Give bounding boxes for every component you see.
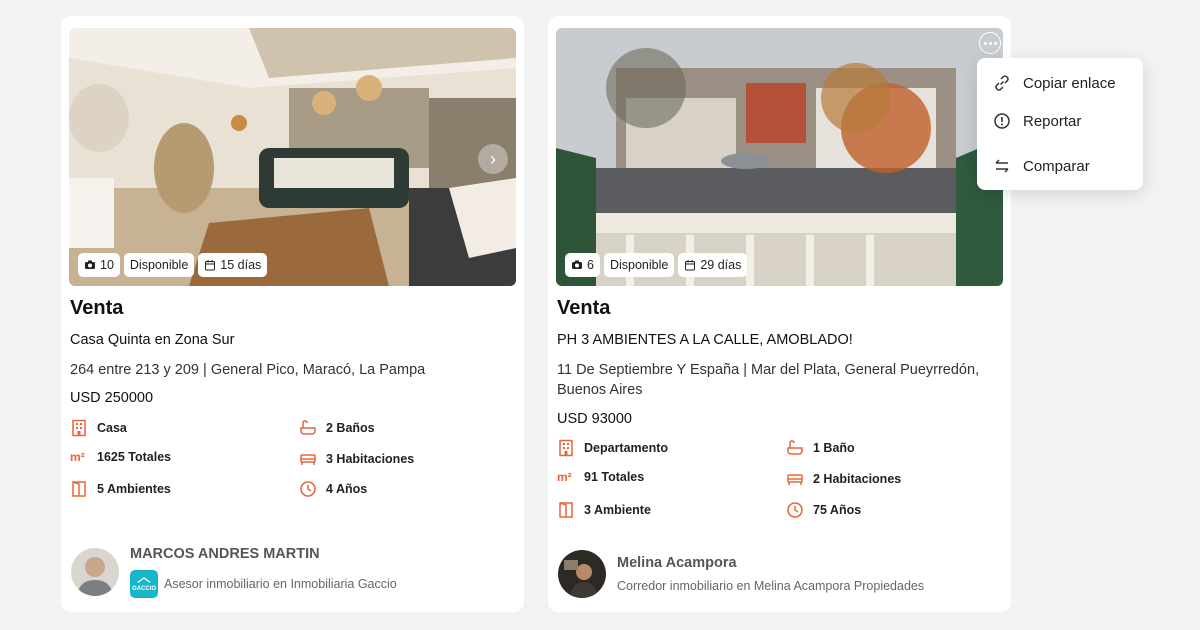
listing-card[interactable]: 6 Disponible 29 días Venta PH 3 AMBIENTE… — [548, 16, 1011, 612]
menu-item-report[interactable]: Reportar — [993, 112, 1081, 130]
area-icon: m² — [70, 450, 85, 464]
clock-icon — [787, 502, 803, 518]
listing-address: 264 entre 213 y 209 | General Pico, Mara… — [70, 362, 426, 378]
next-photo-button[interactable]: › — [478, 144, 508, 174]
listing-photo[interactable]: › 10 Disponible 15 días — [69, 28, 516, 286]
listing-address: 11 De Septiembre Y España | Mar del Plat… — [557, 362, 980, 398]
listing-card[interactable]: › 10 Disponible 15 días Venta Casa Quint… — [61, 16, 524, 612]
photo-count-badge: 6 — [565, 253, 600, 277]
listing-price: USD 250000 — [70, 390, 154, 406]
operation-type: Venta — [557, 297, 611, 319]
feature-area: m² 1625 Totales — [70, 450, 172, 464]
photo-count: 6 — [587, 258, 594, 272]
agent-role: Asesor inmobiliario en Inmobiliaria Gacc… — [164, 577, 397, 591]
link-icon — [995, 75, 1009, 91]
camera-icon — [85, 260, 95, 269]
calendar-icon — [205, 260, 216, 271]
agent-name[interactable]: Melina Acampora — [617, 555, 737, 571]
agent-avatar[interactable] — [71, 548, 119, 596]
listing-title[interactable]: Casa Quinta en Zona Sur — [70, 332, 234, 348]
feature-type: Departamento — [557, 439, 668, 457]
alert-icon — [994, 113, 1010, 129]
feature-bedrooms: 2 Habitaciones — [786, 470, 901, 488]
menu-item-compare[interactable]: Comparar — [993, 157, 1090, 175]
status-badge: Disponible — [123, 253, 195, 277]
clock-icon — [300, 481, 316, 497]
feature-area: m² 91 Totales — [557, 470, 645, 484]
photo-count-badge: 10 — [78, 253, 120, 277]
area-icon: m² — [557, 470, 572, 484]
feature-bathrooms: 2 Baños — [299, 419, 375, 437]
context-menu: Copiar enlace Reportar Comparar — [977, 58, 1143, 190]
camera-icon — [572, 260, 582, 269]
compare-arrows-icon — [995, 159, 1009, 173]
door-icon — [72, 481, 86, 497]
operation-type: Venta — [70, 297, 124, 319]
bathtub-icon — [300, 420, 316, 435]
status-badge: Disponible — [603, 253, 675, 277]
photo-count: 10 — [100, 258, 114, 272]
street-view-photo — [556, 28, 1003, 286]
feature-bathrooms: 1 Baño — [786, 439, 855, 457]
agency-logo[interactable]: GACCIO — [130, 570, 158, 598]
more-options-button[interactable] — [979, 32, 1001, 54]
listing-price: USD 93000 — [557, 411, 632, 427]
feature-bedrooms: 3 Habitaciones — [299, 450, 414, 468]
door-icon — [559, 502, 573, 518]
living-room-photo — [69, 28, 516, 286]
listing-title[interactable]: PH 3 AMBIENTES A LA CALLE, AMOBLADO! — [557, 332, 853, 348]
age-badge: 15 días — [198, 253, 268, 277]
feature-type: Casa — [70, 419, 127, 437]
building-icon — [72, 419, 86, 437]
agent-avatar[interactable] — [558, 550, 606, 598]
building-icon — [559, 439, 573, 457]
bed-icon — [787, 474, 803, 485]
age-badge: 29 días — [678, 253, 748, 277]
agent-name[interactable]: MARCOS ANDRES MARTIN — [130, 546, 320, 562]
menu-item-copy-link[interactable]: Copiar enlace — [993, 74, 1116, 92]
agent-role: Corredor inmobiliario en Melina Acampora… — [617, 579, 925, 593]
feature-rooms: 5 Ambientes — [70, 480, 171, 498]
bathtub-icon — [787, 440, 803, 455]
calendar-icon — [685, 260, 696, 271]
bed-icon — [300, 454, 316, 465]
listing-photo[interactable]: 6 Disponible 29 días — [556, 28, 1003, 286]
feature-years: 4 Años — [299, 480, 367, 498]
feature-rooms: 3 Ambiente — [557, 501, 651, 519]
feature-years: 75 Años — [786, 501, 861, 519]
house-icon — [137, 576, 151, 583]
